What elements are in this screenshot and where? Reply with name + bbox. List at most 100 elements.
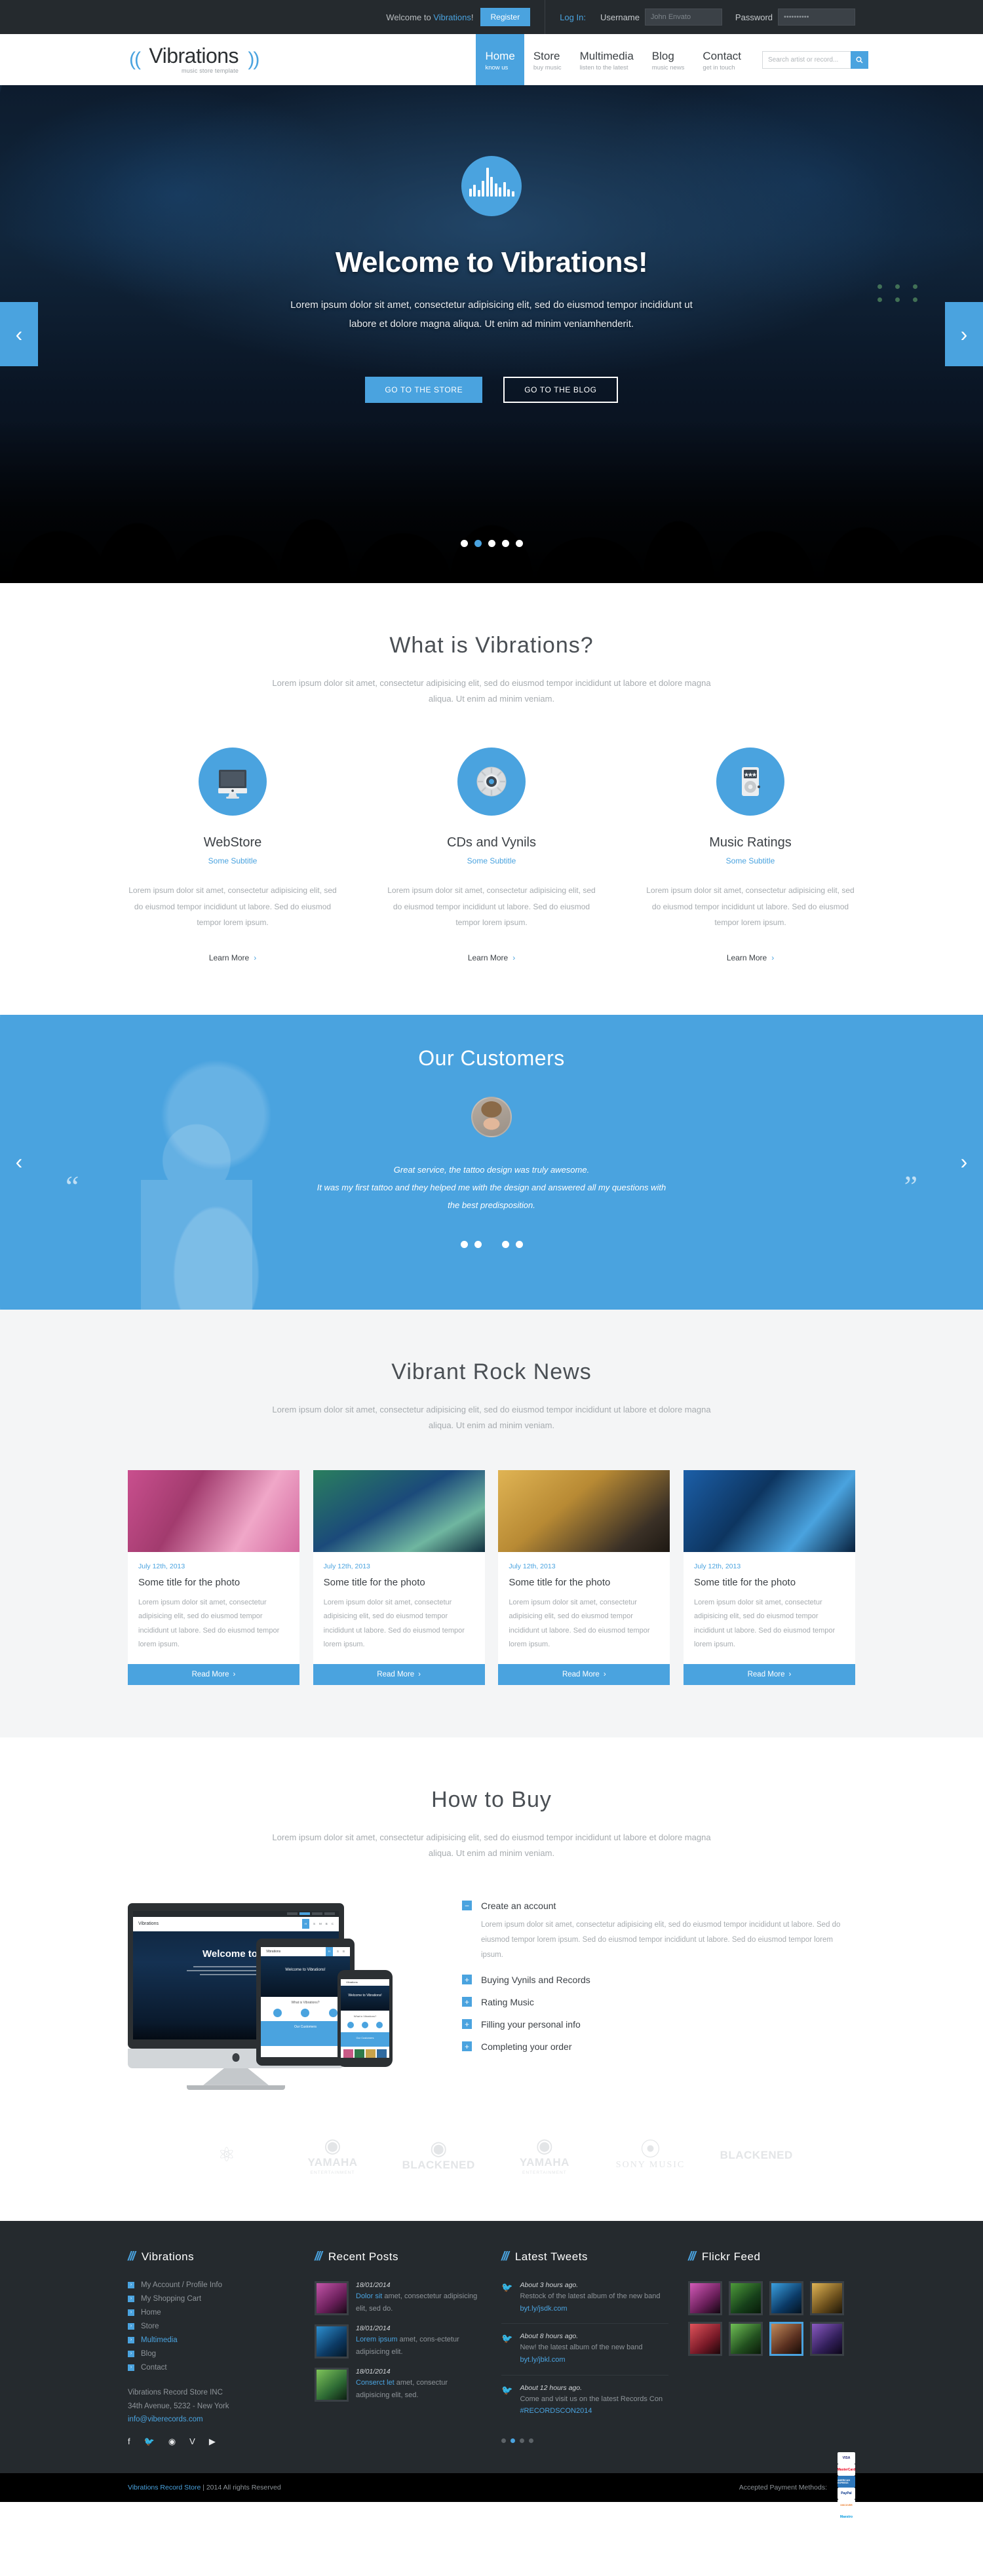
learn-more-link[interactable]: Learn More ›: [468, 953, 515, 962]
carousel-dot[interactable]: [501, 540, 509, 547]
tweet-text: New! the latest album of the new band by…: [520, 2343, 643, 2364]
brand-logo: BLACKENED: [703, 2149, 809, 2162]
footer-link[interactable]: › Contact: [128, 2364, 295, 2372]
search-input[interactable]: [762, 50, 851, 69]
nav-item-blog[interactable]: Blog music news: [643, 34, 694, 85]
learn-more-link[interactable]: Learn More ›: [727, 953, 774, 962]
tweet-dot[interactable]: [520, 2438, 524, 2443]
twitter-bird-icon: 🐦: [501, 2333, 513, 2344]
blue-drums-thumb[interactable]: [769, 2281, 803, 2315]
quote-open-icon: “: [66, 1169, 79, 1203]
footer-link[interactable]: › My Shopping Cart: [128, 2295, 295, 2303]
minus-icon[interactable]: −: [462, 1901, 472, 1911]
plus-icon[interactable]: +: [462, 2019, 472, 2030]
customers-title: Our Customers: [418, 1046, 565, 1070]
tweet-dot[interactable]: [511, 2438, 515, 2443]
footer-email-link[interactable]: info@viberecords.com: [128, 2415, 295, 2423]
blue-stage-photo: [683, 1469, 855, 1552]
green-singer-thumb[interactable]: [729, 2281, 763, 2315]
accordion-header[interactable]: + Completing your order: [462, 2041, 855, 2052]
green-horns-thumb[interactable]: [729, 2321, 763, 2356]
nav-item-contact[interactable]: Contact get in touch: [693, 34, 750, 85]
footer-link[interactable]: › Store: [128, 2322, 295, 2330]
twitter-bird-icon: 🐦: [501, 2384, 513, 2395]
tweet-dot[interactable]: [529, 2438, 533, 2443]
read-more-button[interactable]: Read More ›: [498, 1663, 670, 1685]
facebook-icon[interactable]: f: [128, 2436, 130, 2447]
login-label[interactable]: Log In:: [560, 12, 586, 22]
blackened-b: ◉: [430, 2138, 448, 2160]
carousel-dot[interactable]: [460, 540, 468, 547]
news-card-text: Lorem ipsum dolor sit amet, consectetur …: [693, 1598, 836, 1649]
news-card-grid: July 12th, 2013 Some title for the photo…: [115, 1469, 868, 1685]
carousel-dot[interactable]: [488, 540, 495, 547]
carousel-dot[interactable]: [515, 1240, 523, 1248]
nav-item-store[interactable]: Store buy music: [524, 34, 571, 85]
username-input[interactable]: [644, 9, 722, 26]
tweet-dot[interactable]: [501, 2438, 506, 2443]
accordion-header[interactable]: + Rating Music: [462, 1997, 855, 2007]
footer-post-link: Dolor sit: [356, 2292, 383, 2300]
logo[interactable]: (( Vibrations music store template )): [115, 34, 260, 85]
news-description: Lorem ipsum dolor sit amet, consectetur …: [272, 1404, 711, 1430]
testimonial-next-arrow[interactable]: ›: [945, 1129, 983, 1194]
carousel-dot[interactable]: [460, 1240, 468, 1248]
testimonial-prev-arrow[interactable]: ‹: [0, 1129, 38, 1194]
read-more-button[interactable]: Read More ›: [683, 1663, 855, 1685]
footer-post[interactable]: 18/01/2014 Lorem ipsum amet, cons-ectetu…: [315, 2324, 482, 2358]
mic-singer-thumb[interactable]: [810, 2321, 844, 2356]
nav-item-multimedia[interactable]: Multimedia listen to the latest: [571, 34, 643, 85]
go-to-blog-button[interactable]: GO TO THE BLOG: [503, 377, 618, 403]
carousel-dot[interactable]: [474, 540, 482, 547]
plus-icon[interactable]: +: [462, 1997, 472, 2007]
brand-sublabel: ENTERTAINMENT: [522, 2170, 567, 2175]
accordion-header[interactable]: − Create an account: [462, 1901, 855, 1911]
concert-stage-photo: [313, 1469, 485, 1552]
youtube-icon[interactable]: ▶: [209, 2436, 216, 2447]
vimeo-icon[interactable]: V: [189, 2436, 195, 2447]
footer-link[interactable]: › My Account / Profile Info: [128, 2281, 295, 2289]
quote-close-icon: ”: [904, 1169, 917, 1203]
brand-logo: ◉ YAMAHA ENTERTAINMENT: [492, 2136, 598, 2175]
red-singer-thumb[interactable]: [688, 2321, 722, 2356]
search-button[interactable]: [851, 50, 868, 69]
footer-link[interactable]: › Home: [128, 2309, 295, 2317]
read-more-button[interactable]: Read More ›: [128, 1663, 299, 1685]
accordion-header[interactable]: + Buying Vynils and Records: [462, 1975, 855, 1985]
footer-column-vibrations: /// Vibrations › My Account / Profile Inf…: [128, 2250, 315, 2448]
register-button[interactable]: Register: [480, 8, 531, 26]
copyright-brand-link[interactable]: Vibrations Record Store: [128, 2484, 201, 2491]
tweets-carousel-dots: [501, 2434, 668, 2446]
accordion-header[interactable]: + Filling your personal info: [462, 2019, 855, 2030]
footer-post[interactable]: 18/01/2014 Conserct let amet, consectur …: [315, 2367, 482, 2402]
footer-link[interactable]: › Blog: [128, 2350, 295, 2358]
plus-icon[interactable]: +: [462, 2041, 472, 2052]
carousel-dot[interactable]: [515, 540, 523, 547]
about-section: What is Vibrations? Lorem ipsum dolor si…: [0, 583, 983, 964]
news-date: July 12th, 2013: [509, 1562, 556, 1570]
hero-next-arrow[interactable]: ›: [945, 302, 983, 366]
accordion-label: Rating Music: [481, 1996, 534, 2007]
plus-icon[interactable]: +: [462, 1975, 472, 1985]
twitter-bird-icon: 🐦: [501, 2281, 513, 2292]
carousel-dot[interactable]: [474, 1240, 482, 1248]
twitter-icon[interactable]: 🐦: [144, 2436, 155, 2447]
go-to-store-button[interactable]: GO TO THE STORE: [365, 377, 483, 403]
carousel-dot[interactable]: [488, 1240, 495, 1248]
password-input[interactable]: [778, 9, 855, 26]
brand-sublabel: ENTERTAINMENT: [310, 2170, 355, 2175]
sound-wave-left-icon: ((: [129, 48, 144, 70]
guitar-bullseye-thumb[interactable]: [810, 2281, 844, 2315]
rss-icon[interactable]: ◉: [168, 2436, 176, 2447]
pink-crowd-thumb[interactable]: [688, 2281, 722, 2315]
carousel-dot[interactable]: [501, 1240, 509, 1248]
nav-item-home[interactable]: Home know us: [476, 34, 524, 85]
username-label: Username: [600, 12, 640, 22]
footer-link[interactable]: › Multimedia: [128, 2336, 295, 2344]
green-stage-photo: [315, 2367, 349, 2402]
hero-prev-arrow[interactable]: ‹: [0, 302, 38, 366]
read-more-button[interactable]: Read More ›: [313, 1663, 485, 1685]
learn-more-link[interactable]: Learn More ›: [209, 953, 256, 962]
dancers-thumb[interactable]: [769, 2321, 803, 2356]
footer-post[interactable]: 18/01/2014 Dolor sit amet, consectetur a…: [315, 2281, 482, 2315]
